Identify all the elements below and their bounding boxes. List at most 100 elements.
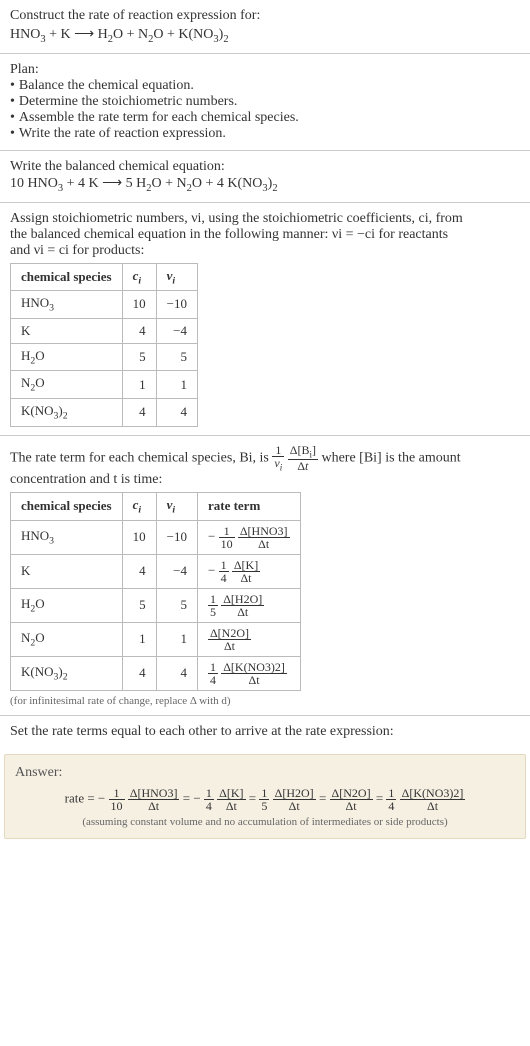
sign: − [208,562,215,577]
cell-vi: −4 [156,318,197,343]
delta-frac: Δ[N2O]Δt [208,627,251,652]
final-title: Set the rate terms equal to each other t… [10,724,520,740]
rateterm-frac-1: 1νi [272,444,284,472]
coef-frac: 14 [219,559,229,584]
cell-vi: −4 [156,554,197,588]
cell-rateterm: Δ[N2O]Δt [197,622,300,656]
cell-ci: 1 [122,622,156,656]
delta-frac: Δ[K]Δt [232,559,260,584]
assign-intro-line: Assign stoichiometric numbers, νi, using… [10,211,463,226]
table-row: N2O11 [11,371,198,399]
construct-section: Construct the rate of reaction expressio… [0,0,530,54]
plan-item: Balance the chemical equation. [10,78,520,94]
cell-species: N2O [11,622,123,656]
delta-frac: Δ[K]Δt [217,787,245,812]
cell-species: H2O [11,588,123,622]
answer-box: Answer: rate = − 110 Δ[HNO3]Δt = − 14 Δ[… [4,754,526,839]
table-header-row: chemical species ci νi [11,263,198,291]
cell-vi: −10 [156,520,197,554]
assign-intro-line: the balanced chemical equation in the fo… [10,227,448,242]
cell-species: N2O [11,371,123,399]
cell-ci: 10 [122,520,156,554]
plan-item-text: Determine the stoichiometric numbers. [19,94,238,110]
cell-species: K [11,554,123,588]
table-row: K 4 −4 − 14 Δ[K]Δt [11,554,301,588]
cell-rateterm: − 110 Δ[HNO3]Δt [197,520,300,554]
assign-section: Assign stoichiometric numbers, νi, using… [0,203,530,436]
rate-expression: rate = − 110 Δ[HNO3]Δt = − 14 Δ[K]Δt = 1… [15,787,515,812]
table-row: HNO310−10 [11,291,198,319]
cell-species: K(NO3)2 [11,398,123,426]
delta-frac: Δ[K(NO3)2]Δt [400,787,466,812]
cell-rateterm: 15 Δ[H2O]Δt [197,588,300,622]
plan-item: Assemble the rate term for each chemical… [10,110,520,126]
plan-section: Plan: Balance the chemical equation. Det… [0,54,530,151]
rateterm-intro: The rate term for each chemical species,… [10,444,520,488]
cell-ci: 4 [122,656,156,690]
answer-assumption: (assuming constant volume and no accumul… [15,816,515,828]
plan-item: Determine the stoichiometric numbers. [10,94,520,110]
cell-species: K(NO3)2 [11,656,123,690]
cell-vi: 5 [156,588,197,622]
coef-frac: 15 [208,593,218,618]
cell-ci: 5 [122,343,156,371]
rateterm-section: The rate term for each chemical species,… [0,436,530,716]
sign: − [193,790,200,805]
assign-intro-line: and νi = ci for products: [10,243,144,258]
table-row: H2O 5 5 15 Δ[H2O]Δt [11,588,301,622]
coef-frac: 110 [219,525,235,550]
col-species: chemical species [11,492,123,520]
cell-vi: −10 [156,291,197,319]
col-species: chemical species [11,263,123,291]
cell-vi: 1 [156,371,197,399]
sign: − [98,790,105,805]
cell-rateterm: 14 Δ[K(NO3)2]Δt [197,656,300,690]
col-rateterm: rate term [197,492,300,520]
cell-rateterm: − 14 Δ[K]Δt [197,554,300,588]
answer-label: Answer: [15,765,515,781]
plan-title: Plan: [10,62,520,78]
cell-species: HNO3 [11,291,123,319]
rate-prefix: rate = [65,790,95,805]
delta-frac: Δ[HNO3]Δt [238,525,290,550]
table-row: HNO3 10 −10 − 110 Δ[HNO3]Δt [11,520,301,554]
coef-frac: 14 [386,787,396,812]
rateterm-table: chemical species ci νi rate term HNO3 10… [10,492,301,691]
delta-frac: Δ[K(NO3)2]Δt [221,661,287,686]
plan-item-text: Balance the chemical equation. [19,78,194,94]
rateterm-frac-2: Δ[Bi]Δt [288,444,318,472]
stoich-table: chemical species ci νi HNO310−10 K4−4 H2… [10,263,198,427]
coef-frac: 14 [204,787,214,812]
delta-frac: Δ[N2O]Δt [330,787,373,812]
sign: − [208,528,215,543]
delta-frac: Δ[H2O]Δt [273,787,316,812]
col-ci: ci [122,492,156,520]
plan-item-text: Write the rate of reaction expression. [19,126,226,142]
table-row: K4−4 [11,318,198,343]
col-vi: νi [156,492,197,520]
cell-species: H2O [11,343,123,371]
rateterm-note: (for infinitesimal rate of change, repla… [10,695,520,707]
plan-item: Write the rate of reaction expression. [10,126,520,142]
table-row: H2O55 [11,343,198,371]
cell-ci: 4 [122,398,156,426]
cell-ci: 4 [122,554,156,588]
table-row: K(NO3)2 4 4 14 Δ[K(NO3)2]Δt [11,656,301,690]
plan-item-text: Assemble the rate term for each chemical… [19,110,299,126]
cell-ci: 4 [122,318,156,343]
delta-frac: Δ[H2O]Δt [221,593,264,618]
rateterm-intro-line: where [Bi] is the amount [321,450,460,465]
rateterm-intro-line: concentration and t is time: [10,472,162,487]
balanced-equation: 10 HNO3 + 4 K ⟶ 5 H2O + N2O + 4 K(NO3)2 [10,175,520,194]
assign-intro: Assign stoichiometric numbers, νi, using… [10,211,520,259]
rateterm-intro-line: The rate term for each chemical species,… [10,450,269,465]
coef-frac: 15 [259,787,269,812]
col-vi: νi [156,263,197,291]
cell-vi: 4 [156,656,197,690]
cell-vi: 5 [156,343,197,371]
table-row: N2O 1 1 Δ[N2O]Δt [11,622,301,656]
final-section: Set the rate terms equal to each other t… [0,716,530,748]
unbalanced-equation: HNO3 + K ⟶ H2O + N2O + K(NO3)2 [10,26,520,45]
balanced-section: Write the balanced chemical equation: 10… [0,151,530,203]
delta-frac: Δ[HNO3]Δt [128,787,180,812]
